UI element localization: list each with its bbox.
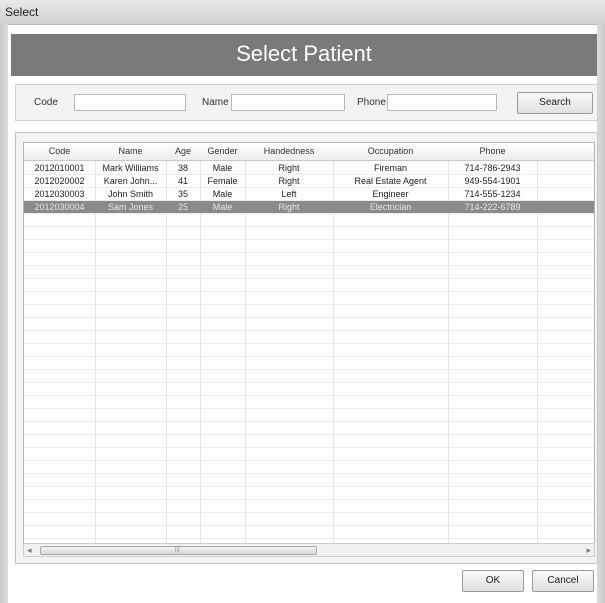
- cell-age: 25: [177, 202, 188, 212]
- column-header-phone[interactable]: Phone: [448, 146, 537, 156]
- cell-handedness: Left: [281, 189, 297, 199]
- cell-name: John Smith: [107, 189, 154, 199]
- empty-table-row: [24, 422, 594, 435]
- empty-table-row: [24, 383, 594, 396]
- table-row[interactable]: 2012020002 Karen John... 41 Female Right…: [24, 175, 594, 188]
- cell-gender: Female: [207, 176, 238, 186]
- name-label: Name: [202, 97, 229, 108]
- cell-occupation: Fireman: [373, 163, 407, 173]
- empty-table-row: [24, 318, 594, 331]
- table-header: Code Name Age Gender Handedness Occupati…: [24, 143, 594, 161]
- cell-name: Karen John...: [103, 176, 158, 186]
- empty-table-row: [24, 409, 594, 422]
- empty-table-row: [24, 448, 594, 461]
- empty-table-row: [24, 253, 594, 266]
- ok-button[interactable]: OK: [462, 570, 524, 592]
- empty-table-row: [24, 487, 594, 500]
- horizontal-scrollbar[interactable]: ◂ ||| ▸: [23, 543, 595, 557]
- empty-table-row: [24, 227, 594, 240]
- scroll-left-arrow-icon[interactable]: ◂: [27, 545, 32, 556]
- cell-occupation: Electrician: [369, 202, 412, 212]
- column-header-occupation[interactable]: Occupation: [333, 146, 448, 156]
- filter-bar: Code Name Phone Search: [15, 84, 598, 121]
- cell-code: 2012010001: [34, 163, 85, 173]
- select-patient-window: Select Select Patient Code Name Phone Se…: [0, 0, 605, 603]
- empty-table-row: [24, 344, 594, 357]
- empty-table-row: [24, 461, 594, 474]
- cell-handedness: Right: [278, 202, 300, 212]
- grip-icon: |||: [175, 547, 180, 553]
- column-header-handedness[interactable]: Handedness: [245, 146, 333, 156]
- table-row[interactable]: 2012030003 John Smith 35 Male Left Engin…: [24, 188, 594, 201]
- cell-age: 35: [177, 189, 188, 199]
- empty-table-row: [24, 474, 594, 487]
- cell-phone: 714-555-1234: [464, 189, 521, 199]
- column-header-code[interactable]: Code: [24, 146, 95, 156]
- search-button[interactable]: Search: [517, 92, 593, 114]
- empty-table-row: [24, 526, 594, 539]
- name-input[interactable]: [231, 94, 345, 111]
- empty-table-row: [24, 370, 594, 383]
- empty-table-row: [24, 292, 594, 305]
- cell-gender: Male: [212, 163, 233, 173]
- table-row[interactable]: 2012010001 Mark Williams 38 Male Right F…: [24, 162, 594, 175]
- phone-label: Phone: [357, 97, 386, 108]
- cell-name: Sam Jones: [107, 202, 154, 212]
- empty-table-row: [24, 266, 594, 279]
- header-banner: Select Patient: [11, 34, 597, 76]
- code-label: Code: [34, 97, 58, 108]
- empty-table-row: [24, 279, 594, 292]
- cell-phone: 714-786-2943: [464, 163, 521, 173]
- empty-table-row: [24, 357, 594, 370]
- cell-occupation: Real Estate Agent: [354, 176, 427, 186]
- phone-input[interactable]: [387, 94, 497, 111]
- page-title: Select Patient: [236, 41, 372, 66]
- cell-name: Mark Williams: [102, 163, 159, 173]
- cell-handedness: Right: [278, 176, 300, 186]
- cell-age: 38: [177, 163, 188, 173]
- window-left-border: [0, 24, 8, 603]
- empty-table-row: [24, 396, 594, 409]
- window-title: Select: [5, 5, 39, 19]
- cell-occupation: Engineer: [372, 189, 409, 199]
- cell-phone: 949-554-1901: [464, 176, 521, 186]
- cancel-button[interactable]: Cancel: [532, 570, 594, 592]
- cell-gender: Male: [212, 189, 233, 199]
- window-right-border: [597, 24, 605, 603]
- cell-handedness: Right: [278, 163, 300, 173]
- cell-age: 41: [177, 176, 188, 186]
- column-header-name[interactable]: Name: [95, 146, 166, 156]
- patient-table[interactable]: Code Name Age Gender Handedness Occupati…: [23, 142, 595, 547]
- title-bar[interactable]: Select: [0, 0, 605, 25]
- empty-table-row: [24, 435, 594, 448]
- cell-code: 2012030004: [34, 202, 85, 212]
- empty-table-row: [24, 240, 594, 253]
- scroll-right-arrow-icon[interactable]: ▸: [586, 545, 591, 556]
- empty-table-row: [24, 513, 594, 526]
- cell-gender: Male: [212, 202, 233, 212]
- empty-table-row: [24, 214, 594, 227]
- scrollbar-thumb[interactable]: |||: [40, 546, 317, 555]
- column-header-age[interactable]: Age: [166, 146, 200, 156]
- empty-table-row: [24, 305, 594, 318]
- cell-code: 2012020002: [34, 176, 85, 186]
- cell-phone: 714-222-6789: [464, 202, 521, 212]
- table-row-selected[interactable]: 2012030004 Sam Jones 25 Male Right Elect…: [24, 201, 594, 214]
- code-input[interactable]: [74, 94, 186, 111]
- empty-table-row: [24, 331, 594, 344]
- empty-table-row: [24, 500, 594, 513]
- cell-code: 2012030003: [34, 189, 85, 199]
- column-header-gender[interactable]: Gender: [200, 146, 245, 156]
